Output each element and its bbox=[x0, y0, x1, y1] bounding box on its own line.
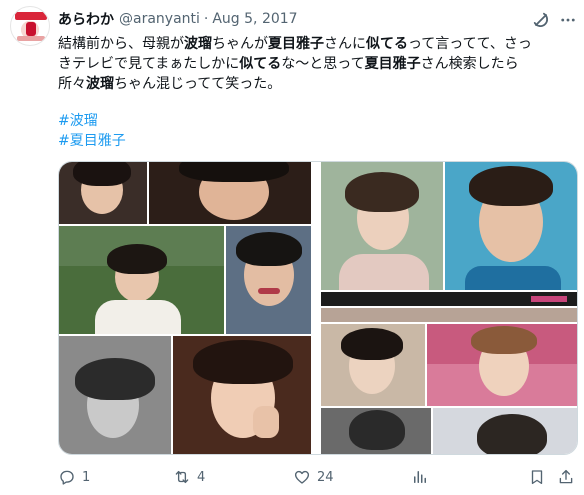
reply-count: 1 bbox=[82, 469, 91, 485]
photo-tile bbox=[59, 162, 147, 224]
photo-tile bbox=[321, 162, 443, 290]
tweet-media-image[interactable] bbox=[58, 161, 578, 455]
highlighted-term: 似てる bbox=[239, 56, 282, 72]
tweet-text-line: きテレビで見てまぁたしかに似てるな〜と思って夏目雅子さん検索したら bbox=[58, 54, 578, 74]
photo-tile bbox=[433, 408, 577, 454]
highlighted-term: 夏目雅子 bbox=[268, 36, 324, 52]
author-handle[interactable]: @aranyanti bbox=[119, 11, 200, 27]
photo-tile bbox=[445, 162, 577, 290]
highlighted-term: 夏目雅子 bbox=[364, 56, 421, 72]
retweet-button[interactable]: 4 bbox=[173, 466, 205, 488]
retweet-icon bbox=[175, 470, 189, 484]
separator-dot: · bbox=[203, 11, 209, 27]
photo-tile bbox=[321, 324, 425, 406]
tweet-actions: 1 4 24 bbox=[58, 466, 578, 488]
author-name[interactable]: あらわか bbox=[58, 9, 114, 29]
hashtag-link[interactable]: #夏目雅子 bbox=[58, 131, 126, 151]
photo-tile bbox=[149, 162, 311, 224]
tweet-header: あらわか @aranyanti · Aug 5, 2017 bbox=[58, 9, 298, 29]
photo-tile bbox=[59, 226, 224, 334]
tweet-date[interactable]: Aug 5, 2017 bbox=[212, 11, 297, 27]
views-icon bbox=[414, 471, 426, 483]
highlighted-term: 似てる bbox=[366, 36, 408, 52]
hashtag-link[interactable]: #波瑠 bbox=[58, 111, 98, 131]
like-count: 24 bbox=[317, 469, 334, 485]
bookmark-button[interactable] bbox=[528, 466, 546, 488]
reply-icon bbox=[60, 470, 74, 485]
text-segment: ちゃん混じってて笑った。 bbox=[114, 76, 282, 92]
share-icon bbox=[559, 469, 573, 484]
highlighted-term: 波瑠 bbox=[184, 36, 212, 52]
avatar[interactable] bbox=[10, 6, 50, 46]
tweet-text: 結構前から、母親が波瑠ちゃんが夏目雅子さんに似てるって言ってて、さっ きテレビで… bbox=[58, 34, 578, 94]
reply-button[interactable]: 1 bbox=[58, 466, 90, 488]
text-segment: さん検索したら bbox=[420, 56, 519, 72]
text-segment: 結構前から、母親が bbox=[58, 36, 184, 52]
text-segment: さんに bbox=[324, 36, 366, 52]
media-divider bbox=[313, 162, 319, 454]
text-segment: ちゃんが bbox=[212, 36, 268, 52]
photo-tile bbox=[226, 226, 311, 334]
photo-tile bbox=[321, 292, 577, 306]
text-segment: な〜と思って bbox=[281, 56, 365, 72]
more-options-icon[interactable] bbox=[559, 10, 577, 30]
photo-tile bbox=[321, 308, 577, 322]
photo-tile bbox=[427, 324, 577, 406]
views-button[interactable] bbox=[411, 466, 429, 488]
tweet-text-line: 結構前から、母親が波瑠ちゃんが夏目雅子さんに似てるって言ってて、さっ bbox=[58, 34, 578, 54]
text-segment: 所々 bbox=[58, 76, 86, 92]
bookmark-icon bbox=[531, 470, 543, 485]
grok-icon[interactable] bbox=[531, 10, 551, 30]
share-button[interactable] bbox=[557, 466, 575, 488]
heart-icon bbox=[294, 470, 310, 484]
tweet[interactable]: あらわか @aranyanti · Aug 5, 2017 結構前から、母親が波… bbox=[0, 0, 584, 495]
text-segment: きテレビで見てまぁたしかに bbox=[58, 56, 240, 72]
retweet-count: 4 bbox=[197, 469, 206, 485]
text-segment: って言ってて、さっ bbox=[408, 36, 532, 52]
highlighted-term: 波瑠 bbox=[86, 76, 114, 92]
photo-tile bbox=[173, 336, 311, 454]
photo-tile bbox=[321, 408, 431, 454]
like-button[interactable]: 24 bbox=[293, 466, 334, 488]
photo-tile bbox=[59, 336, 171, 454]
tweet-text-line: 所々波瑠ちゃん混じってて笑った。 bbox=[58, 74, 578, 94]
